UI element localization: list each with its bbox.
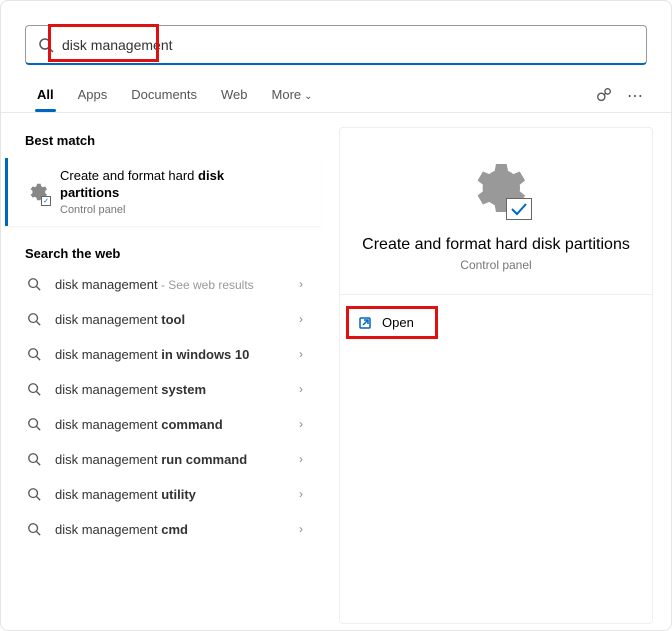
web-suggestion[interactable]: disk management command› [5, 407, 321, 442]
chevron-right-icon: › [299, 382, 303, 396]
web-suggestion-text: disk management system [55, 382, 299, 397]
web-suggestion[interactable]: disk management system› [5, 372, 321, 407]
web-suggestion[interactable]: disk management - See web results› [5, 267, 321, 302]
web-suggestion-text: disk management command [55, 417, 299, 432]
chevron-right-icon: › [299, 417, 303, 431]
search-icon [27, 277, 41, 291]
search-icon [27, 382, 41, 396]
divider [340, 294, 652, 295]
open-external-icon [358, 316, 372, 330]
section-best-match: Best match [5, 127, 321, 154]
web-suggestion-text: disk management in windows 10 [55, 347, 299, 362]
chevron-right-icon: › [299, 312, 303, 326]
open-label: Open [382, 315, 414, 330]
search-icon [27, 522, 41, 536]
section-search-web: Search the web [5, 240, 321, 267]
web-suggestion[interactable]: disk management utility› [5, 477, 321, 512]
web-suggestion[interactable]: disk management tool› [5, 302, 321, 337]
search-icon [27, 347, 41, 361]
gear-icon: ✓ [26, 181, 48, 203]
best-match-subtitle: Control panel [60, 204, 224, 216]
best-match-title: Create and format hard diskpartitions [60, 168, 224, 202]
web-suggestion-text: disk management tool [55, 312, 299, 327]
search-icon [27, 417, 41, 431]
gear-icon-large [464, 156, 528, 220]
search-icon [38, 37, 54, 53]
more-options-icon[interactable]: ⋯ [627, 86, 643, 106]
chevron-right-icon: › [299, 487, 303, 501]
filter-tabs: All Apps Documents Web More⌄ ⋯ [1, 73, 671, 113]
chevron-down-icon: ⌄ [304, 91, 312, 102]
check-badge-icon: ✓ [41, 196, 51, 206]
tab-all[interactable]: All [25, 79, 66, 112]
web-suggestion-text: disk management run command [55, 452, 299, 467]
tab-apps[interactable]: Apps [66, 79, 120, 112]
web-suggestion[interactable]: disk management cmd› [5, 512, 321, 547]
web-suggestion-text: disk management - See web results [55, 277, 299, 292]
tab-web[interactable]: Web [209, 79, 260, 112]
chevron-right-icon: › [299, 277, 303, 291]
chevron-right-icon: › [299, 452, 303, 466]
search-icon [27, 452, 41, 466]
detail-panel: Create and format hard disk partitions C… [339, 127, 653, 624]
tab-more[interactable]: More⌄ [260, 79, 325, 112]
results-left-column: Best match ✓ Create and format hard disk… [1, 113, 321, 624]
web-suggestion[interactable]: disk management run command› [5, 442, 321, 477]
external-search-icon[interactable] [595, 86, 613, 106]
detail-title: Create and format hard disk partitions [340, 236, 652, 254]
web-suggestion-text: disk management cmd [55, 522, 299, 537]
search-icon [27, 487, 41, 501]
web-suggestion[interactable]: disk management in windows 10› [5, 337, 321, 372]
search-icon [27, 312, 41, 326]
search-box[interactable] [25, 25, 647, 65]
open-action[interactable]: Open [340, 305, 652, 340]
chevron-right-icon: › [299, 522, 303, 536]
chevron-right-icon: › [299, 347, 303, 361]
best-match-result[interactable]: ✓ Create and format hard diskpartitions … [5, 158, 321, 226]
check-badge-large-icon [506, 198, 532, 220]
search-input[interactable] [62, 37, 634, 53]
tab-documents[interactable]: Documents [119, 79, 209, 112]
detail-subtitle: Control panel [340, 258, 652, 272]
web-suggestion-text: disk management utility [55, 487, 299, 502]
